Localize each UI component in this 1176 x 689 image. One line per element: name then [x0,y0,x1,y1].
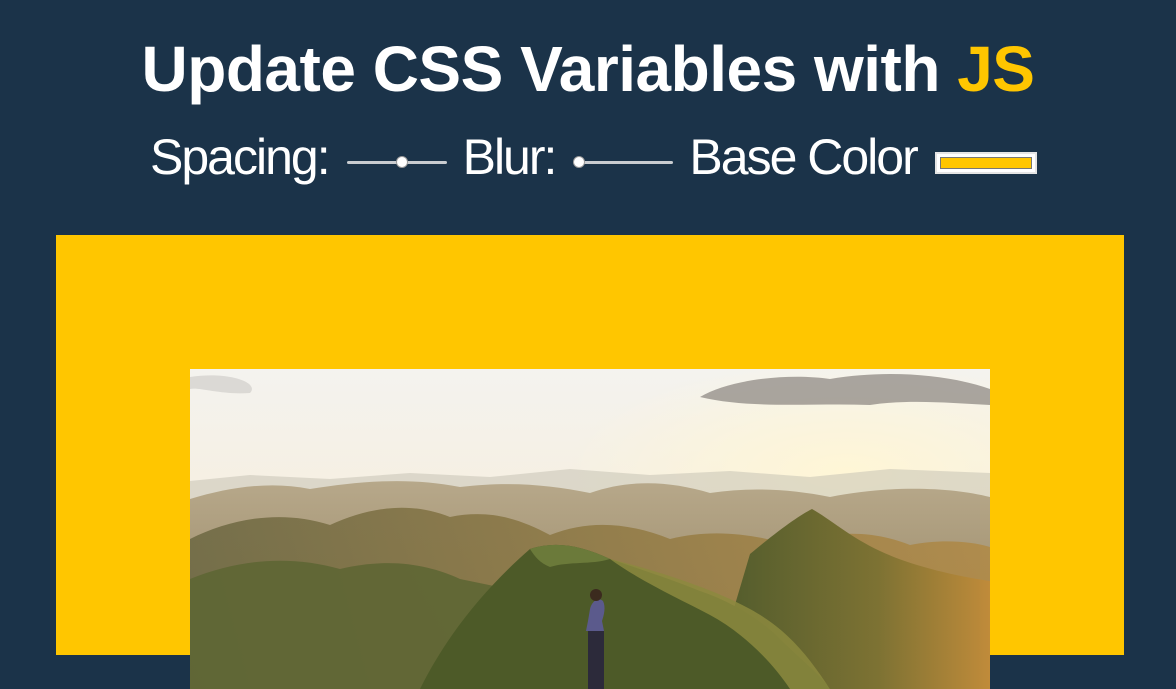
blur-slider-track [573,161,674,164]
base-color-label: Base Color [689,129,918,185]
spacing-slider-thumb[interactable] [395,156,408,168]
spacing-slider[interactable] [346,153,447,173]
controls-bar: Spacing: Blur: Base Color [150,122,1037,192]
blur-slider[interactable] [573,153,674,173]
spacing-label: Spacing: [150,129,331,185]
mountain-photo [190,369,990,689]
image-frame [56,235,1124,689]
blur-slider-thumb[interactable] [573,156,586,168]
base-color-swatch [939,157,1032,169]
page-title: Update CSS Variables with JS [0,29,1176,109]
mountain-photo-icon [190,369,990,689]
title-accent: JS [957,32,1035,105]
blur-label: Blur: [462,129,558,185]
base-color-picker[interactable] [934,152,1037,174]
title-main: Update CSS Variables with [141,32,958,105]
